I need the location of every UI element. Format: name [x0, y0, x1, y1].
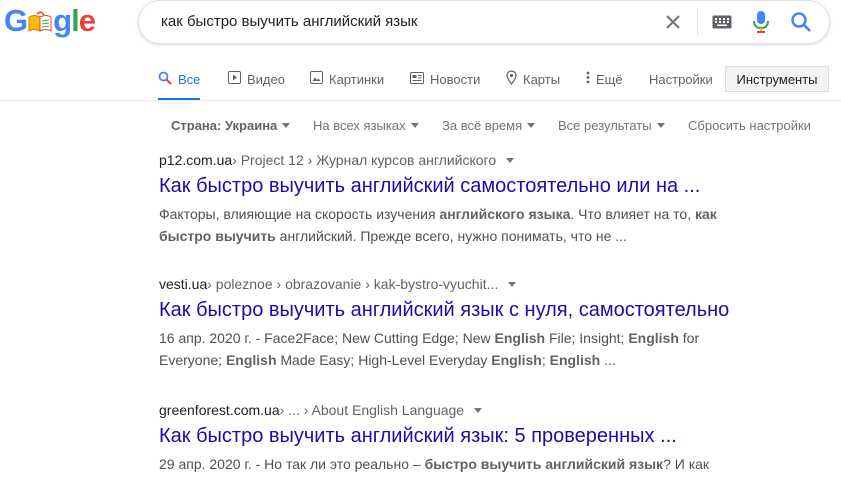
map-pin-icon: [506, 70, 523, 88]
news-icon: [410, 71, 430, 87]
result-domain: vesti.ua: [159, 276, 208, 292]
results-filter-label: Все результаты: [558, 118, 652, 133]
snippet-text: File; Insight;: [545, 330, 629, 346]
result-snippet: 29 апр. 2020 г. - Но так ли это реально …: [159, 453, 719, 475]
time-filter[interactable]: За всё время: [442, 118, 536, 133]
result-domain: greenforest.com.ua: [159, 402, 280, 418]
clear-icon[interactable]: [663, 12, 683, 32]
chevron-down-icon[interactable]: [506, 157, 515, 163]
language-filter[interactable]: На всех языках: [313, 118, 419, 133]
header-divider: [0, 100, 841, 101]
search-icon: [158, 71, 178, 88]
tab-label: Новости: [430, 71, 481, 87]
tab-news[interactable]: Новости: [410, 60, 480, 98]
chevron-down-icon: [282, 123, 291, 128]
tab-images[interactable]: Картинки: [310, 60, 384, 98]
snippet-highlight: English: [491, 352, 542, 368]
chevron-down-icon: [410, 123, 419, 128]
chevron-down-icon[interactable]: [474, 407, 483, 413]
reset-filters-label: Сбросить настройки: [688, 118, 811, 133]
chevron-down-icon: [527, 123, 536, 128]
tab-label: Картинки: [329, 71, 385, 87]
result-url[interactable]: greenforest.com.ua › ... › About English…: [159, 402, 719, 418]
snippet-text: 29 апр. 2020 г. - Но так ли это реально …: [159, 456, 425, 472]
result-path: › ... › About English Language: [279, 402, 465, 418]
tab-video[interactable]: Видео: [228, 60, 285, 98]
divider: [697, 9, 698, 36]
snippet-text: . Что влияет на то,: [570, 206, 695, 222]
tab-more[interactable]: Ещё: [586, 60, 623, 98]
tab-maps[interactable]: Карты: [506, 60, 560, 98]
snippet-text: ...: [600, 352, 616, 368]
country-filter[interactable]: Страна: Украина: [171, 118, 291, 133]
tools-button[interactable]: Инструменты: [725, 66, 829, 92]
search-box[interactable]: как быстро выучить английский язык: [138, 0, 830, 44]
result-snippet: Факторы, влияющие на скорость изучения а…: [159, 203, 719, 247]
result-path: › Project 12 › Журнал курсов английского: [232, 152, 497, 168]
result-domain: p12.com.ua: [159, 152, 233, 168]
time-filter-label: За всё время: [442, 118, 523, 133]
snippet-highlight: English: [225, 352, 277, 368]
snippet-text: ;: [541, 352, 550, 368]
chevron-down-icon: [656, 123, 665, 128]
snippet-highlight: English: [628, 330, 679, 346]
search-result: vesti.ua › poleznoe › obrazovanie › kak-…: [159, 276, 729, 371]
keyboard-icon[interactable]: [712, 15, 732, 34]
snippet-text: Факторы, влияющие на скорость изучения: [159, 206, 440, 222]
tab-label: Видео: [247, 71, 285, 87]
tab-label: Карты: [523, 71, 561, 87]
settings-link[interactable]: Настройки: [649, 60, 713, 98]
microphone-icon[interactable]: [753, 11, 769, 38]
video-icon: [228, 71, 247, 87]
search-result: greenforest.com.ua › ... › About English…: [159, 402, 719, 475]
snippet-text: Made Easy; High-Level Everyday: [276, 352, 492, 368]
snippet-highlight: быстро выучить английский язык: [424, 456, 664, 472]
reset-filters-link[interactable]: Сбросить настройки: [688, 118, 811, 133]
result-url[interactable]: vesti.ua › poleznoe › obrazovanie › kak-…: [159, 276, 729, 292]
snippet-text: 16 апр. 2020 г. - Face2Face; New Cutting…: [159, 330, 495, 346]
snippet-highlight: английского языка: [439, 206, 571, 222]
book-doodle-icon: [27, 3, 53, 38]
snippet-text: ? И как: [663, 456, 710, 472]
more-vert-icon: [586, 71, 596, 87]
snippet-highlight: English: [494, 330, 546, 346]
snippet-highlight: English: [549, 352, 601, 368]
result-title-link[interactable]: Как быстро выучить английский язык: 5 пр…: [159, 423, 719, 449]
result-title-link[interactable]: Как быстро выучить английский язык с нул…: [159, 297, 729, 323]
snippet-text: английский. Прежде всего, нужно понимать…: [275, 228, 627, 244]
image-icon: [310, 71, 329, 87]
result-path: › poleznoe › obrazovanie › kak-bystro-vy…: [207, 276, 499, 292]
results-filter[interactable]: Все результаты: [558, 118, 665, 133]
tab-label: Ещё: [596, 71, 623, 87]
chevron-down-icon[interactable]: [508, 281, 517, 287]
result-title-link[interactable]: Как быстро выучить английский самостояте…: [159, 173, 719, 199]
country-filter-label: Страна: Украина: [171, 118, 278, 133]
google-logo[interactable]: Ggle: [4, 3, 96, 38]
search-input[interactable]: как быстро выучить английский язык: [161, 13, 417, 30]
result-url[interactable]: p12.com.ua › Project 12 › Журнал курсов …: [159, 152, 719, 168]
tab-all[interactable]: Все: [158, 60, 201, 101]
tab-label: Все: [178, 71, 201, 87]
result-snippet: 16 апр. 2020 г. - Face2Face; New Cutting…: [159, 327, 719, 371]
language-filter-label: На всех языках: [313, 118, 406, 133]
search-icon[interactable]: [790, 11, 812, 38]
settings-label: Настройки: [649, 71, 713, 87]
search-result: p12.com.ua › Project 12 › Журнал курсов …: [159, 152, 719, 247]
